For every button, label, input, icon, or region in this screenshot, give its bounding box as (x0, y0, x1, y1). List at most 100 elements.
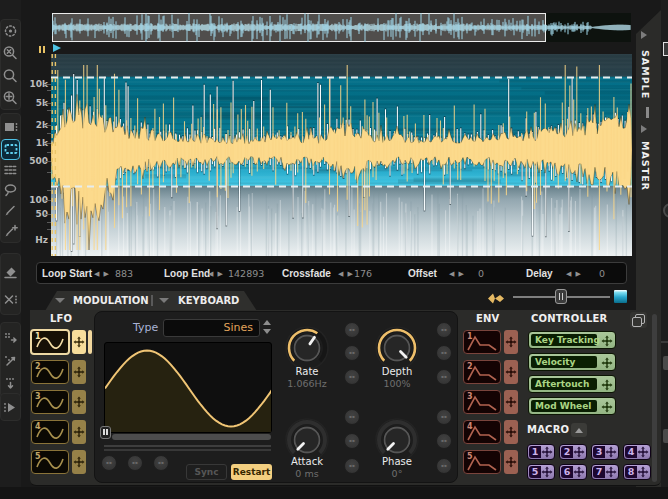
auto-select-icon[interactable] (1, 22, 20, 41)
macro-8-move-handle-icon[interactable] (637, 466, 649, 478)
rate-mod-slot-1[interactable]: -- (344, 322, 360, 338)
select-rows-icon[interactable] (1, 161, 20, 180)
tab-modulation[interactable]: MODULATION (73, 295, 149, 306)
copy-panel-icon[interactable] (630, 312, 647, 328)
lfo-mod-slot-3[interactable]: -- (153, 455, 169, 471)
env-4-move-handle-icon[interactable] (504, 420, 518, 444)
playhead-marker[interactable] (53, 44, 61, 52)
env-select-3[interactable]: 3 (463, 390, 501, 414)
rate-mod-slot-2[interactable]: -- (344, 345, 360, 361)
controller-mod-wheel[interactable]: Mod Wheel (528, 397, 616, 415)
lfo-select-4[interactable]: 4 (31, 420, 69, 444)
tab-keyboard[interactable]: KEYBOARD (178, 295, 239, 306)
zoom-reset-icon[interactable] (1, 44, 20, 63)
select-rectangle-tool-active[interactable] (1, 139, 20, 160)
phase-mod-slot-3[interactable]: -- (436, 458, 452, 474)
env-select-5[interactable]: 5 (463, 450, 501, 474)
lfo-zoombar-2[interactable] (104, 449, 271, 451)
nudge-down-icon[interactable] (1, 374, 20, 393)
env-select-2[interactable]: 2 (463, 360, 501, 384)
brush-icon[interactable] (1, 201, 20, 220)
velocity-move-handle-icon[interactable] (601, 357, 613, 369)
restart-button[interactable]: Restart (231, 464, 272, 480)
loop-end-stepper[interactable]: ◀ ▶ (208, 270, 224, 278)
sync-button[interactable]: Sync (186, 464, 227, 480)
zoom-icon[interactable] (1, 67, 20, 86)
macro-8[interactable]: 8 (623, 464, 651, 480)
brush-plus-icon[interactable] (1, 222, 20, 241)
lfo-1-move-handle-icon[interactable] (72, 330, 86, 354)
lfo-scroll-grip[interactable] (100, 426, 111, 439)
env-select-1[interactable]: 1 (463, 330, 501, 354)
lfo-mod-slot-1[interactable]: -- (101, 455, 117, 471)
keyboard-collapse-icon[interactable] (159, 298, 169, 303)
macro-7-move-handle-icon[interactable] (605, 466, 617, 478)
lfo-type-dropdown[interactable]: Sines (163, 319, 260, 337)
env-2-move-handle-icon[interactable] (504, 360, 518, 384)
crossfade-stepper[interactable]: ◀ ▶ (338, 270, 354, 278)
phase-mod-slot-1[interactable]: -- (436, 409, 452, 425)
phase-value[interactable]: 0° (373, 468, 421, 479)
env-select-4[interactable]: 4 (463, 420, 501, 444)
lfo-select-5[interactable]: 5 (31, 450, 69, 474)
macro-4-move-handle-icon[interactable] (637, 446, 649, 458)
delay-stepper[interactable]: ◀ ▶ (566, 270, 582, 278)
lfo-4-move-handle-icon[interactable] (72, 420, 86, 444)
crossfade-value[interactable]: 176 (354, 268, 372, 279)
macro-2[interactable]: 2 (559, 444, 587, 460)
macro-5[interactable]: 5 (527, 464, 555, 480)
lasso-icon[interactable] (1, 181, 20, 200)
loop-start-stepper[interactable]: ◀ ▶ (94, 270, 110, 278)
env-5-move-handle-icon[interactable] (504, 450, 518, 474)
offset-stepper[interactable]: ◀ ▶ (449, 270, 465, 278)
key-tracking-move-handle-icon[interactable] (601, 335, 613, 347)
loop-start-value[interactable]: 883 (115, 268, 133, 279)
loop-grip-bar2[interactable] (43, 46, 45, 53)
macro-collapse-button[interactable] (571, 423, 587, 437)
depth-value[interactable]: 100% (373, 378, 421, 389)
attack-mod-slot-3[interactable]: -- (344, 458, 360, 474)
delete-selection-icon[interactable] (1, 291, 20, 310)
tab-sample[interactable]: SAMPLE (640, 50, 651, 99)
modulation-collapse-icon[interactable] (55, 298, 65, 303)
depth-mod-slot-1[interactable]: -- (436, 322, 452, 338)
lfo-5-move-handle-icon[interactable] (72, 450, 86, 474)
macro-7[interactable]: 7 (591, 464, 619, 480)
lfo-2-move-handle-icon[interactable] (72, 360, 86, 384)
tab-master[interactable]: MASTER (640, 141, 651, 191)
macro-3[interactable]: 3 (591, 444, 619, 460)
overview-waveform[interactable] (52, 13, 631, 42)
depth-mod-slot-3[interactable]: -- (436, 369, 452, 385)
lfo-zoombar-1[interactable] (104, 445, 271, 447)
nudge-right-icon[interactable] (1, 328, 20, 347)
zoom-pan-icon[interactable] (1, 89, 20, 108)
offset-value[interactable]: 0 (478, 268, 484, 279)
play-selection-icon[interactable] (1, 398, 20, 417)
lfo-scrollbar[interactable] (112, 434, 271, 440)
aftertouch-move-handle-icon[interactable] (601, 379, 613, 391)
controller-key-tracking[interactable]: Key Tracking (528, 331, 616, 349)
lfo-select-2[interactable]: 2 (31, 360, 69, 384)
select-filled-icon[interactable] (1, 118, 20, 137)
macro-3-move-handle-icon[interactable] (605, 446, 617, 458)
loop-end-value[interactable]: 142893 (228, 268, 264, 279)
env-3-move-handle-icon[interactable] (504, 390, 518, 414)
macro-4[interactable]: 4 (623, 444, 651, 460)
macro-2-move-handle-icon[interactable] (573, 446, 585, 458)
spectrogram-display[interactable] (51, 54, 632, 256)
attack-mod-slot-1[interactable]: -- (344, 409, 360, 425)
depth-mod-slot-2[interactable]: -- (436, 345, 452, 361)
eraser-icon[interactable] (1, 262, 20, 281)
macro-1[interactable]: 1 (527, 444, 555, 460)
lfo-mod-slot-2[interactable]: -- (127, 455, 143, 471)
rate-mod-slot-3[interactable]: -- (344, 369, 360, 385)
env-1-move-handle-icon[interactable] (504, 330, 518, 354)
lfo-3-move-handle-icon[interactable] (72, 390, 86, 414)
type-spinner-down-icon[interactable] (263, 329, 271, 334)
controller-velocity[interactable]: Velocity (528, 353, 616, 371)
panel-scrollbar[interactable] (652, 314, 657, 482)
loop-grip-bar1[interactable] (39, 46, 41, 53)
lfo-select-3[interactable]: 3 (31, 390, 69, 414)
blend-slider-handle[interactable] (555, 289, 567, 304)
mod-wheel-move-handle-icon[interactable] (601, 401, 613, 413)
